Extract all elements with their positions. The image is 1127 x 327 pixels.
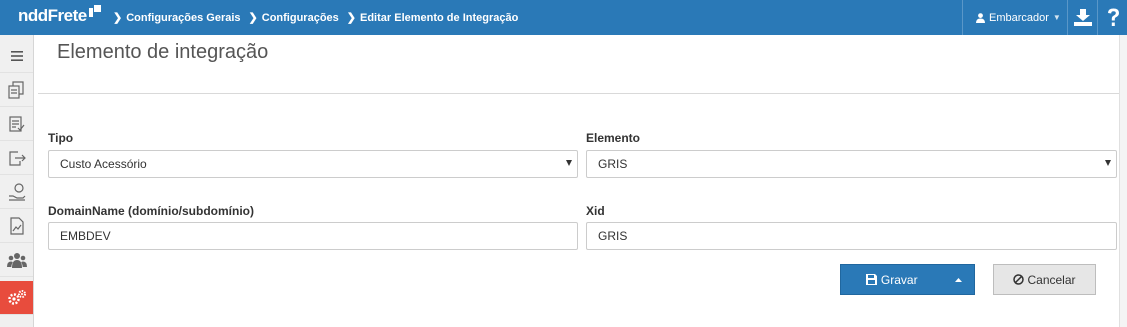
sidebar-item-export[interactable] <box>0 141 33 175</box>
domain-name-value: EMBDEV <box>60 229 111 243</box>
elemento-select[interactable]: GRIS <box>586 150 1117 178</box>
chevron-right-icon: ❯ <box>346 12 356 24</box>
sidebar-item-settings[interactable] <box>0 281 33 315</box>
cancel-button-label: Cancelar <box>1027 272 1076 287</box>
tipo-select[interactable]: Custo Acessório <box>48 150 578 178</box>
xid-input[interactable]: GRIS <box>586 222 1117 250</box>
main-content: Elemento de integração Tipo Custo Acessó… <box>34 35 1119 327</box>
documents-icon <box>7 80 24 99</box>
app-logo[interactable]: nddFrete <box>18 6 87 26</box>
dropdown-arrow-icon <box>1105 160 1111 166</box>
logo-mark-icon <box>89 5 101 17</box>
download-icon <box>1074 9 1092 26</box>
download-button[interactable] <box>1067 0 1098 35</box>
save-button-label: Gravar <box>880 272 918 287</box>
sidebar-item-menu[interactable] <box>0 39 33 73</box>
sidebar-item-documents[interactable] <box>0 73 33 107</box>
page-title: Elemento de integração <box>57 41 269 63</box>
domain-name-label: DomainName (domínio/subdomínio) <box>48 204 254 218</box>
dropdown-arrow-icon <box>566 160 572 166</box>
breadcrumb-item-editar-elemento: Editar Elemento de Integração <box>360 11 519 24</box>
tipo-selected-value: Custo Acessório <box>60 157 147 171</box>
tipo-label: Tipo <box>48 131 74 145</box>
report-icon <box>9 216 24 235</box>
top-navbar: nddFrete ❯ Configurações Gerais ❯ Config… <box>0 0 1127 35</box>
menu-icon <box>10 50 23 61</box>
chevron-right-icon: ❯ <box>113 12 123 24</box>
breadcrumb-item-configuracoes[interactable]: Configurações <box>262 12 339 24</box>
payment-icon <box>8 182 25 201</box>
sidebar <box>0 35 34 327</box>
sidebar-item-users[interactable] <box>0 243 33 277</box>
users-icon <box>6 252 27 268</box>
help-button[interactable] <box>1097 0 1127 35</box>
settings-gears-icon <box>7 289 26 305</box>
sidebar-item-payment[interactable] <box>0 175 33 209</box>
user-icon <box>976 12 985 23</box>
floppy-disk-icon <box>865 274 877 285</box>
elemento-label: Elemento <box>586 131 641 145</box>
sidebar-item-checklist[interactable] <box>0 107 33 141</box>
title-divider <box>38 93 1119 94</box>
export-icon <box>8 150 26 166</box>
help-icon <box>1107 8 1119 26</box>
domain-name-input[interactable]: EMBDEV <box>48 222 578 250</box>
user-name: Embarcador <box>989 11 1049 24</box>
vertical-scrollbar[interactable] <box>1119 35 1127 327</box>
user-menu[interactable]: Embarcador ▼ <box>962 0 1067 35</box>
elemento-selected-value: GRIS <box>598 157 628 171</box>
caret-up-icon <box>954 277 962 282</box>
sidebar-item-reports[interactable] <box>0 209 33 243</box>
save-button[interactable]: Gravar <box>841 265 942 294</box>
checklist-icon <box>8 115 24 132</box>
save-options-toggle[interactable] <box>942 265 974 294</box>
xid-label: Xid <box>586 204 605 218</box>
xid-value: GRIS <box>598 229 628 243</box>
chevron-right-icon: ❯ <box>248 12 258 24</box>
ban-icon <box>1013 274 1025 285</box>
save-split-button: Gravar <box>840 264 975 295</box>
breadcrumb-item-configuracoes-gerais[interactable]: Configurações Gerais <box>126 12 240 24</box>
chevron-down-icon: ▼ <box>1052 13 1061 22</box>
breadcrumb: ❯ Configurações Gerais ❯ Configurações ❯… <box>113 11 526 25</box>
cancel-button[interactable]: Cancelar <box>993 264 1096 295</box>
